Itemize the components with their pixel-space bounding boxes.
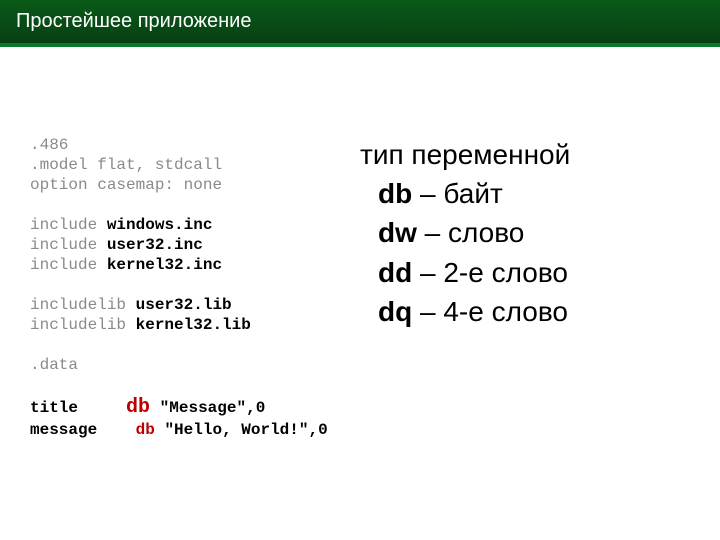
code-val: "Hello, World!",0 xyxy=(164,421,327,439)
code-kw: .model xyxy=(30,156,88,174)
code-kw: include xyxy=(30,216,97,234)
code-arg: flat, stdcall xyxy=(97,156,222,174)
type-desc: – слово xyxy=(417,217,525,248)
code-line: .486 xyxy=(30,136,68,154)
type-desc: – 4-е слово xyxy=(412,296,568,327)
slide-header: Простейшее приложение xyxy=(0,0,720,45)
type-key: dw xyxy=(378,217,417,248)
code-type: db xyxy=(136,421,155,439)
code-type: db xyxy=(126,396,150,419)
slide-title: Простейшее приложение xyxy=(16,10,251,32)
code-kw: option xyxy=(30,176,88,194)
code-var: title xyxy=(30,399,78,417)
type-legend: тип переменной db – байт dw – слово dd –… xyxy=(360,135,700,440)
code-arg: kernel32.inc xyxy=(107,256,222,274)
type-desc: – байт xyxy=(412,178,503,209)
code-kw: include xyxy=(30,256,97,274)
code-kw: includelib xyxy=(30,296,126,314)
code-kw: include xyxy=(30,236,97,254)
code-arg: user32.inc xyxy=(107,236,203,254)
code-block: .486 .model flat, stdcall option casemap… xyxy=(30,135,360,440)
code-var: message xyxy=(30,421,97,439)
code-line: .data xyxy=(30,356,78,374)
code-arg: kernel32.lib xyxy=(136,316,251,334)
type-key: dd xyxy=(378,257,412,288)
type-key: db xyxy=(378,178,412,209)
type-key: dq xyxy=(378,296,412,327)
code-arg: casemap: none xyxy=(97,176,222,194)
slide-content: .486 .model flat, stdcall option casemap… xyxy=(0,45,720,460)
code-arg: windows.inc xyxy=(107,216,213,234)
type-desc: – 2-е слово xyxy=(412,257,568,288)
code-arg: user32.lib xyxy=(136,296,232,314)
code-kw: includelib xyxy=(30,316,126,334)
legend-heading: тип переменной xyxy=(360,135,700,174)
code-val: "Message",0 xyxy=(160,399,266,417)
